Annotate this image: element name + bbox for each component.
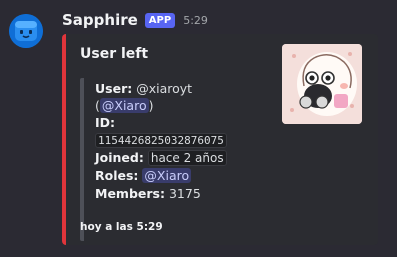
mention-close-paren: ) — [148, 98, 154, 113]
field-id-value-line: 1154426825032876075 — [95, 131, 227, 148]
field-joined: Joined: hace 2 años — [95, 149, 227, 166]
field-user: User: @xiaroyt — [95, 80, 192, 97]
bot-message: Sapphire APP 5:29 User left User: @xiaro… — [0, 0, 397, 257]
embed-title: User left — [80, 46, 149, 62]
user-avatar-thumbnail-icon[interactable] — [282, 44, 362, 124]
embed-fields-quote: User: @xiaroyt (@Xiaro) ID: 115442682503… — [80, 78, 280, 241]
username[interactable]: Sapphire — [62, 11, 138, 29]
field-members-value: 3175 — [168, 186, 201, 201]
field-user-mention: (@Xiaro) — [95, 97, 154, 114]
field-id-label-line: ID: — [95, 114, 115, 131]
message-header: Sapphire APP 5:29 — [62, 9, 208, 31]
field-roles-label: Roles: — [95, 168, 139, 183]
field-id-value: 1154426825032876075 — [95, 133, 227, 148]
embed-card: User left User: @xiaroyt (@Xiaro) ID: … — [62, 34, 378, 245]
field-joined-label: Joined: — [95, 150, 144, 165]
field-user-label: User: — [95, 81, 133, 96]
field-members-label: Members: — [95, 186, 165, 201]
embed-footer-timestamp: hoy a las 5:29 — [80, 221, 163, 233]
user-mention[interactable]: @Xiaro — [99, 98, 149, 113]
field-id-label: ID: — [95, 115, 116, 130]
field-joined-value: hace 2 años — [147, 150, 227, 166]
bot-avatar-icon[interactable] — [9, 14, 43, 48]
field-user-value: @xiaroyt — [136, 81, 193, 96]
role-mention[interactable]: @Xiaro — [142, 168, 192, 183]
message-timestamp[interactable]: 5:29 — [183, 14, 208, 27]
app-badge: APP — [144, 12, 176, 28]
field-members: Members: 3175 — [95, 185, 201, 202]
field-roles: Roles: @Xiaro — [95, 167, 192, 184]
